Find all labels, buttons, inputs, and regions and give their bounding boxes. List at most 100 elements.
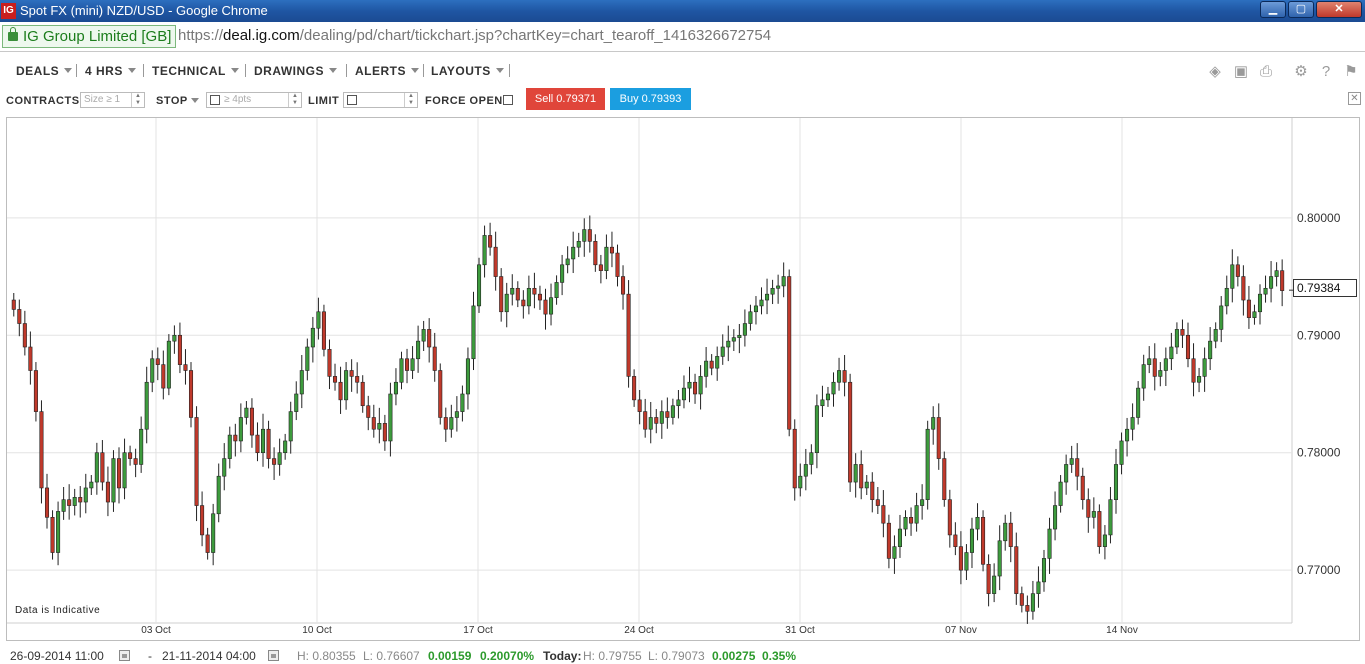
menu-drawings[interactable]: DRAWINGS [254, 64, 337, 78]
candle-body [792, 428, 797, 489]
menu-layouts[interactable]: LAYOUTS [431, 64, 504, 78]
candle-body [543, 299, 548, 315]
candle-body [709, 360, 714, 369]
print-icon[interactable]: ⎙ [1258, 64, 1274, 80]
menu-technical[interactable]: TECHNICAL [152, 64, 239, 78]
menu-deals[interactable]: DEALS [16, 64, 73, 78]
today-high: H: 0.79755 [583, 649, 642, 663]
contracts-input[interactable]: Size ≥ 1 ▲ ▼ [80, 92, 145, 108]
candle-body [128, 452, 133, 459]
candle-body [909, 517, 914, 524]
minimize-button[interactable]: ▁ [1260, 1, 1286, 18]
layers-icon[interactable]: ◈ [1207, 64, 1223, 80]
candle-body [1169, 346, 1174, 360]
limit-input[interactable]: ▲ ▼ [343, 92, 418, 108]
menu-technical-label: TECHNICAL [152, 64, 226, 78]
candle-body [277, 452, 282, 465]
sell-button[interactable]: Sell 0.79371 [526, 88, 605, 110]
candle-body [371, 417, 376, 430]
url-host: deal.ig.com [223, 27, 300, 44]
candle-body [382, 423, 387, 442]
menu-alerts[interactable]: ALERTS [355, 64, 419, 78]
candle-body [1097, 511, 1102, 547]
candle-body [321, 311, 326, 350]
stop-input[interactable]: ≥ 4pts ▲ ▼ [206, 92, 302, 108]
candle-body [742, 323, 747, 336]
image-icon[interactable]: ▣ [1233, 64, 1249, 80]
candle-body [1075, 458, 1080, 477]
candle-body [997, 540, 1002, 577]
candle-body [1257, 293, 1263, 313]
buy-button[interactable]: Buy 0.79393 [610, 88, 691, 110]
candle-body [150, 358, 155, 383]
contracts-placeholder: Size ≥ 1 [84, 94, 121, 105]
chevron-down-icon[interactable] [191, 98, 199, 103]
candle-body [1147, 358, 1152, 365]
candle-body [748, 311, 753, 324]
divider [509, 64, 510, 77]
candle-body [1008, 522, 1013, 547]
candle-body [1263, 287, 1268, 295]
window-title-bar: IG Spot FX (mini) NZD/USD - Google Chrom… [0, 0, 1365, 22]
address-bar[interactable]: IG Group Limited [GB] https://deal.ig.co… [0, 22, 1365, 52]
menu-timeframe-label: 4 HRS [85, 64, 123, 78]
candle-body [903, 517, 908, 530]
url-text[interactable]: https://deal.ig.com/dealing/pd/chart/tic… [178, 27, 771, 44]
stop-checkbox[interactable] [210, 95, 220, 105]
range-change: 0.00159 [428, 649, 472, 663]
candle-body [837, 370, 842, 383]
stepper-icon[interactable]: ▲ ▼ [404, 93, 417, 107]
force-open-checkbox[interactable] [503, 95, 513, 105]
candle-body [1003, 522, 1008, 542]
candle-body [798, 475, 803, 489]
candle-body [776, 285, 781, 289]
candle-body [89, 481, 94, 489]
x-tick-label: 31 Oct [785, 625, 815, 636]
candle-body [33, 370, 38, 412]
candle-body [864, 481, 869, 489]
maximize-button[interactable]: ▢ [1288, 1, 1314, 18]
candle-body [842, 370, 847, 383]
candle-body [737, 334, 742, 338]
gear-icon[interactable]: ⚙ [1293, 64, 1309, 80]
candle-body [831, 381, 836, 395]
order-bar: CONTRACTS Size ≥ 1 ▲ ▼ STOP ≥ 4pts ▲ ▼ LIM… [0, 88, 1365, 112]
candle-body [44, 487, 50, 518]
calendar-icon[interactable] [268, 650, 279, 661]
status-bar: 26-09-2014 11:00 - 21-11-2014 04:00 H: 0… [0, 646, 1365, 664]
candle-body [1014, 546, 1019, 594]
limit-label: LIMIT [308, 95, 340, 107]
candle-body [859, 464, 864, 489]
x-tick-label: 10 Oct [302, 625, 332, 636]
chart-canvas[interactable]: 0.80000 0.79000 0.78000 0.77000 03 Oct 10 Oct… [7, 118, 1359, 640]
menu-timeframe[interactable]: 4 HRS [85, 64, 136, 78]
app-icon: IG [1, 3, 16, 19]
range-change-pct: 0.20070% [480, 649, 535, 663]
stepper-icon[interactable]: ▲ ▼ [288, 93, 301, 107]
secure-badge[interactable]: IG Group Limited [GB] [2, 25, 177, 48]
chevron-down-icon [230, 68, 239, 73]
close-window-button[interactable]: ✕ [1316, 1, 1362, 18]
close-icon[interactable]: ✕ [1348, 92, 1361, 105]
candle-body [499, 276, 504, 313]
candle-body [100, 452, 105, 483]
price-chart[interactable]: 0.80000 0.79000 0.78000 0.77000 03 Oct 10 Oct… [6, 117, 1360, 641]
candle-body [532, 287, 537, 295]
candle-body [1191, 358, 1196, 383]
calendar-icon[interactable] [119, 650, 130, 661]
candle-body [726, 340, 731, 348]
candle-body [205, 534, 210, 553]
candle-body [471, 305, 476, 360]
y-tick-label: 0.80000 [1297, 211, 1341, 225]
candle-body [410, 358, 415, 371]
candle-body [454, 411, 459, 418]
x-tick-label: 03 Oct [141, 625, 171, 636]
candle-body [438, 370, 443, 418]
today-label: Today: [543, 649, 582, 663]
candle-body [1185, 334, 1191, 360]
stepper-icon[interactable]: ▲ ▼ [131, 93, 144, 107]
flag-icon[interactable]: ⚑ [1343, 64, 1359, 80]
limit-checkbox[interactable] [347, 95, 357, 105]
help-icon[interactable]: ? [1318, 64, 1334, 80]
candle-body [521, 299, 526, 307]
